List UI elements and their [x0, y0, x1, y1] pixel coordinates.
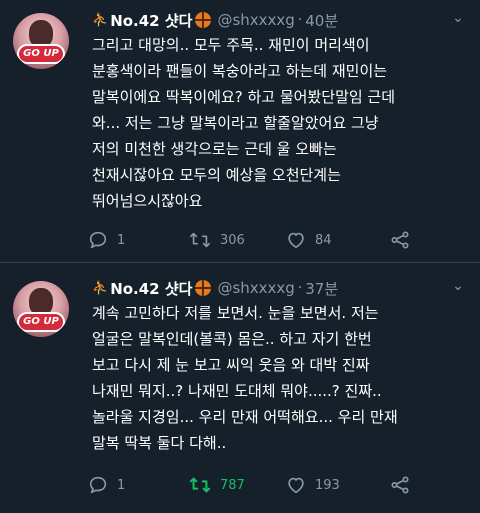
- avatar-logo: GO UP: [17, 44, 65, 64]
- avatar-logo: GO UP: [17, 312, 65, 332]
- timestamp[interactable]: 37분: [305, 278, 338, 299]
- tweet-text-line: 보고 다시 제 눈 보고 씨익 웃음 와 대박 진짜: [92, 356, 370, 374]
- retweet-icon: [189, 477, 211, 493]
- basketball-icon: [195, 280, 212, 296]
- reply-button[interactable]: 1: [87, 229, 125, 251]
- separator-dot: ·: [297, 280, 303, 296]
- basketball-icon: [195, 12, 212, 28]
- tweet-text: 그리고 대망의.. 모두 주목.. 재민이 머리색이 분홍색이라 팬들이 복숭아…: [92, 32, 472, 214]
- chevron-down-icon[interactable]: ⌄: [448, 10, 468, 30]
- heart-icon: [288, 232, 304, 249]
- share-icon: [391, 476, 409, 494]
- share-button[interactable]: [389, 229, 411, 251]
- tweet-text-line: 놀라울 지경임... 우리 만재 어떡해요... 우리 만재: [92, 408, 398, 426]
- tweet-text-line: 나재민 뭐지..? 나재민 도대체 뭐야.....? 진짜..: [92, 382, 382, 400]
- tweet-text-line: 계속 고민하다 저를 보면서. 눈을 보면서. 저는: [92, 304, 379, 322]
- retweet-icon: [190, 232, 210, 248]
- tweet-actions: 1 787 193: [87, 474, 427, 496]
- display-name[interactable]: No.42 샷다: [110, 278, 192, 299]
- tweet-text-line: 분홍색이라 팬들이 복숭아라고 하는데 재민이는: [92, 62, 388, 80]
- like-button[interactable]: 193: [285, 474, 340, 496]
- tweet-header: ⛹ No.42 샷다 @shxxxxg · 40분: [92, 8, 338, 32]
- reply-count: 1: [117, 477, 126, 493]
- tweet[interactable]: GO UP ⛹ No.42 샷다 @shxxxxg · 37분 ⌄ 계속 고민하…: [0, 263, 480, 513]
- tweet-actions: 1 306 84: [87, 229, 427, 251]
- user-handle[interactable]: @shxxxxg: [217, 11, 294, 29]
- reply-icon: [89, 231, 107, 249]
- tweet-text: 계속 고민하다 저를 보면서. 눈을 보면서. 저는 얼굴은 말복인데(볼콕) …: [92, 300, 472, 456]
- share-icon: [391, 231, 409, 249]
- tweet-text-line: 얼굴은 말복인데(볼콕) 몸은.. 하고 자기 한번: [92, 330, 372, 348]
- tweet-text-line: 뛰어넘으시잖아요: [92, 192, 203, 210]
- reply-button[interactable]: 1: [87, 474, 125, 496]
- avatar[interactable]: GO UP: [13, 13, 69, 69]
- timestamp[interactable]: 40분: [305, 10, 338, 31]
- heart-icon: [288, 477, 304, 494]
- like-count: 193: [315, 477, 340, 493]
- user-handle[interactable]: @shxxxxg: [217, 279, 294, 297]
- retweet-button[interactable]: 306: [188, 229, 245, 251]
- reply-count: 1: [117, 232, 126, 248]
- avatar[interactable]: GO UP: [13, 281, 69, 337]
- tweet[interactable]: GO UP ⛹ No.42 샷다 @shxxxxg · 40분 ⌄ 그리고 대망…: [0, 0, 480, 262]
- tweet-text-line: 그리고 대망의.. 모두 주목.. 재민이 머리색이: [92, 36, 370, 54]
- like-count: 84: [315, 232, 332, 248]
- tweet-text-line: 와... 저는 그냥 말복이라고 할줄알았어요 그냥: [92, 114, 379, 132]
- basketball-player-icon: ⛹: [92, 280, 109, 296]
- separator-dot: ·: [297, 12, 303, 28]
- tweet-text-line: 천재시잖아요 모두의 예상을 오천단계는: [92, 166, 341, 184]
- tweet-text-line: 저의 미천한 생각으로는 근데 울 오빠는: [92, 140, 337, 158]
- tweet-header: ⛹ No.42 샷다 @shxxxxg · 37분: [92, 276, 338, 300]
- basketball-player-icon: ⛹: [92, 12, 109, 28]
- chevron-down-icon[interactable]: ⌄: [448, 278, 468, 298]
- reply-icon: [89, 476, 107, 494]
- retweet-count: 787: [220, 477, 245, 493]
- tweet-text-line: 말복이에요 딱복이에요? 하고 물어봤단말임 근데: [92, 88, 396, 106]
- tweet-text-line: 말복 딱복 둘다 다해..: [92, 434, 227, 452]
- share-button[interactable]: [389, 474, 411, 496]
- retweet-button[interactable]: 787: [188, 474, 245, 496]
- like-button[interactable]: 84: [285, 229, 332, 251]
- retweet-count: 306: [220, 232, 245, 248]
- display-name[interactable]: No.42 샷다: [110, 10, 192, 31]
